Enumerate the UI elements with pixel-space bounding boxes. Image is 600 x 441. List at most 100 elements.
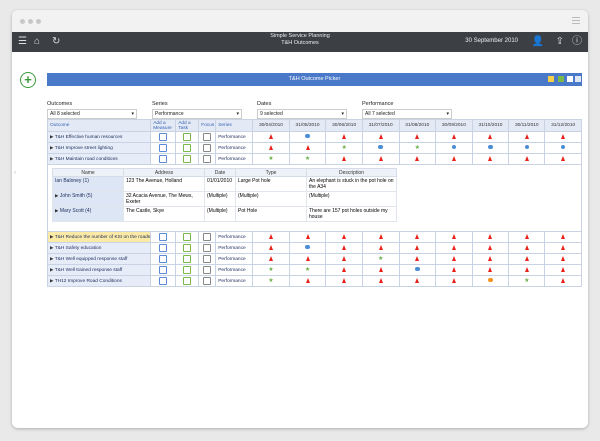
outcome-row[interactable]: ▶ T&H Well equipped response staff Perfor… (46, 253, 582, 265)
add-task-button[interactable] (175, 264, 200, 276)
add-task-button[interactable] (175, 142, 200, 154)
status-cell[interactable] (252, 242, 290, 254)
status-cell[interactable] (435, 231, 473, 243)
status-cell[interactable] (544, 242, 582, 254)
outcome-name-cell[interactable]: ▶ T&H Improve street lighting (46, 142, 152, 154)
status-cell[interactable] (435, 264, 473, 276)
col-date[interactable]: 31/10/2010 (471, 119, 510, 132)
status-cell[interactable] (471, 231, 510, 243)
add-measure-button[interactable] (150, 253, 177, 265)
status-cell[interactable] (508, 131, 546, 143)
help-icon[interactable]: ⓘ (572, 35, 582, 49)
status-cell[interactable] (361, 264, 400, 276)
status-cell[interactable] (288, 131, 327, 143)
detail-table-row[interactable]: ▶ John Smith (5) 32 Acacia Avenue, The Me… (52, 191, 397, 207)
focus-button[interactable] (198, 242, 217, 254)
add-measure-button[interactable] (150, 231, 177, 243)
status-cell[interactable] (471, 253, 510, 265)
status-cell[interactable] (471, 264, 510, 276)
status-cell[interactable]: ★ (252, 153, 290, 165)
expand-arrow-icon[interactable]: ▶ (50, 245, 53, 250)
menu-icon[interactable] (572, 17, 580, 26)
col-date[interactable]: 30/06/2010 (325, 119, 363, 132)
status-cell[interactable] (325, 231, 363, 243)
scroll-handle-icon[interactable]: ‹ (14, 170, 16, 176)
outcome-row[interactable]: ▶ TH12 Improve Road Conditions Performanc… (46, 275, 582, 287)
col-date[interactable]: 30/09/2010 (435, 119, 473, 132)
status-cell[interactable] (361, 231, 400, 243)
col-date[interactable]: 31/08/2010 (398, 119, 437, 132)
status-cell[interactable] (544, 153, 582, 165)
status-cell[interactable] (288, 242, 327, 254)
add-task-button[interactable] (175, 253, 200, 265)
focus-button[interactable] (198, 131, 217, 143)
outcome-row[interactable]: ▶ T&H Maintain road conditions Performanc… (46, 153, 582, 165)
add-task-button[interactable] (175, 275, 200, 287)
status-cell[interactable] (435, 153, 473, 165)
focus-button[interactable] (198, 142, 217, 154)
outcome-name-cell[interactable]: ▶ TH12 Improve Road Conditions (46, 275, 152, 287)
add-task-button[interactable] (175, 231, 200, 243)
status-cell[interactable] (361, 131, 400, 143)
status-cell[interactable] (361, 153, 400, 165)
status-cell[interactable]: ★ (398, 142, 437, 154)
status-cell[interactable] (471, 275, 510, 287)
status-cell[interactable] (325, 153, 363, 165)
outcome-name-cell[interactable]: ▶ T&H Reduce the number of KSI on the ro… (46, 231, 152, 243)
status-cell[interactable]: ★ (288, 153, 327, 165)
status-cell[interactable] (544, 253, 582, 265)
outcome-row[interactable]: ▶ T&H Improve street lighting Performance… (46, 142, 582, 154)
add-icon[interactable]: + (20, 72, 36, 88)
status-cell[interactable] (544, 264, 582, 276)
status-cell[interactable] (508, 153, 546, 165)
focus-button[interactable] (198, 253, 217, 265)
add-task-button[interactable] (175, 131, 200, 143)
status-cell[interactable] (288, 275, 327, 287)
detail-col-address[interactable]: Address (123, 168, 205, 177)
status-cell[interactable] (471, 131, 510, 143)
add-measure-button[interactable] (150, 153, 177, 165)
col-date[interactable]: 30/11/2010 (508, 119, 546, 132)
focus-button[interactable] (198, 231, 217, 243)
add-task-button[interactable] (175, 153, 200, 165)
col-date[interactable]: 30/04/2010 (252, 119, 290, 132)
outcome-row[interactable]: ▶ T&H Safety education Performance (46, 242, 582, 254)
col-focus[interactable]: Focus (198, 119, 217, 132)
col-series[interactable]: Series (215, 119, 254, 132)
expand-arrow-icon[interactable]: ▶ (50, 134, 53, 139)
status-cell[interactable] (435, 131, 473, 143)
add-measure-button[interactable] (150, 142, 177, 154)
status-cell[interactable] (435, 142, 473, 154)
status-cell[interactable] (288, 142, 327, 154)
status-cell[interactable] (435, 275, 473, 287)
series-select[interactable]: Performance ▾ (152, 109, 242, 119)
add-measure-button[interactable] (150, 242, 177, 254)
expand-arrow-icon[interactable]: ▶ (50, 267, 53, 272)
status-cell[interactable] (252, 231, 290, 243)
status-cell[interactable] (398, 242, 437, 254)
status-cell[interactable]: ★ (252, 264, 290, 276)
status-cell[interactable] (288, 231, 327, 243)
col-date[interactable]: 31/12/2010 (544, 119, 582, 132)
status-cell[interactable]: ★ (508, 275, 546, 287)
status-cell[interactable] (544, 275, 582, 287)
detail-col-name[interactable]: Name (52, 168, 124, 177)
outcome-name-cell[interactable]: ▶ T&H Well trained response staff (46, 264, 152, 276)
detail-col-description[interactable]: Description (306, 168, 397, 177)
outcome-name-cell[interactable]: ▶ T&H Maintain road conditions (46, 153, 152, 165)
detail-name[interactable]: ▶ Mary Scott (4) (52, 206, 124, 222)
status-cell[interactable] (325, 131, 363, 143)
status-cell[interactable] (544, 142, 582, 154)
expand-arrow-icon[interactable]: ▶ (50, 145, 53, 150)
col-date[interactable]: 31/07/2010 (361, 119, 400, 132)
add-measure-button[interactable] (150, 131, 177, 143)
status-cell[interactable] (471, 142, 510, 154)
export-icon[interactable] (575, 76, 581, 82)
col-outcome[interactable]: Outcome (46, 119, 152, 132)
status-cell[interactable]: ★ (325, 142, 363, 154)
col-add-measure[interactable]: Add a Measure (150, 119, 177, 132)
status-cell[interactable] (361, 275, 400, 287)
detail-table-row[interactable]: ▶ Mary Scott (4) The Castle, Skye (Multipl… (52, 206, 397, 222)
status-cell[interactable] (435, 242, 473, 254)
print-icon[interactable] (567, 76, 573, 82)
